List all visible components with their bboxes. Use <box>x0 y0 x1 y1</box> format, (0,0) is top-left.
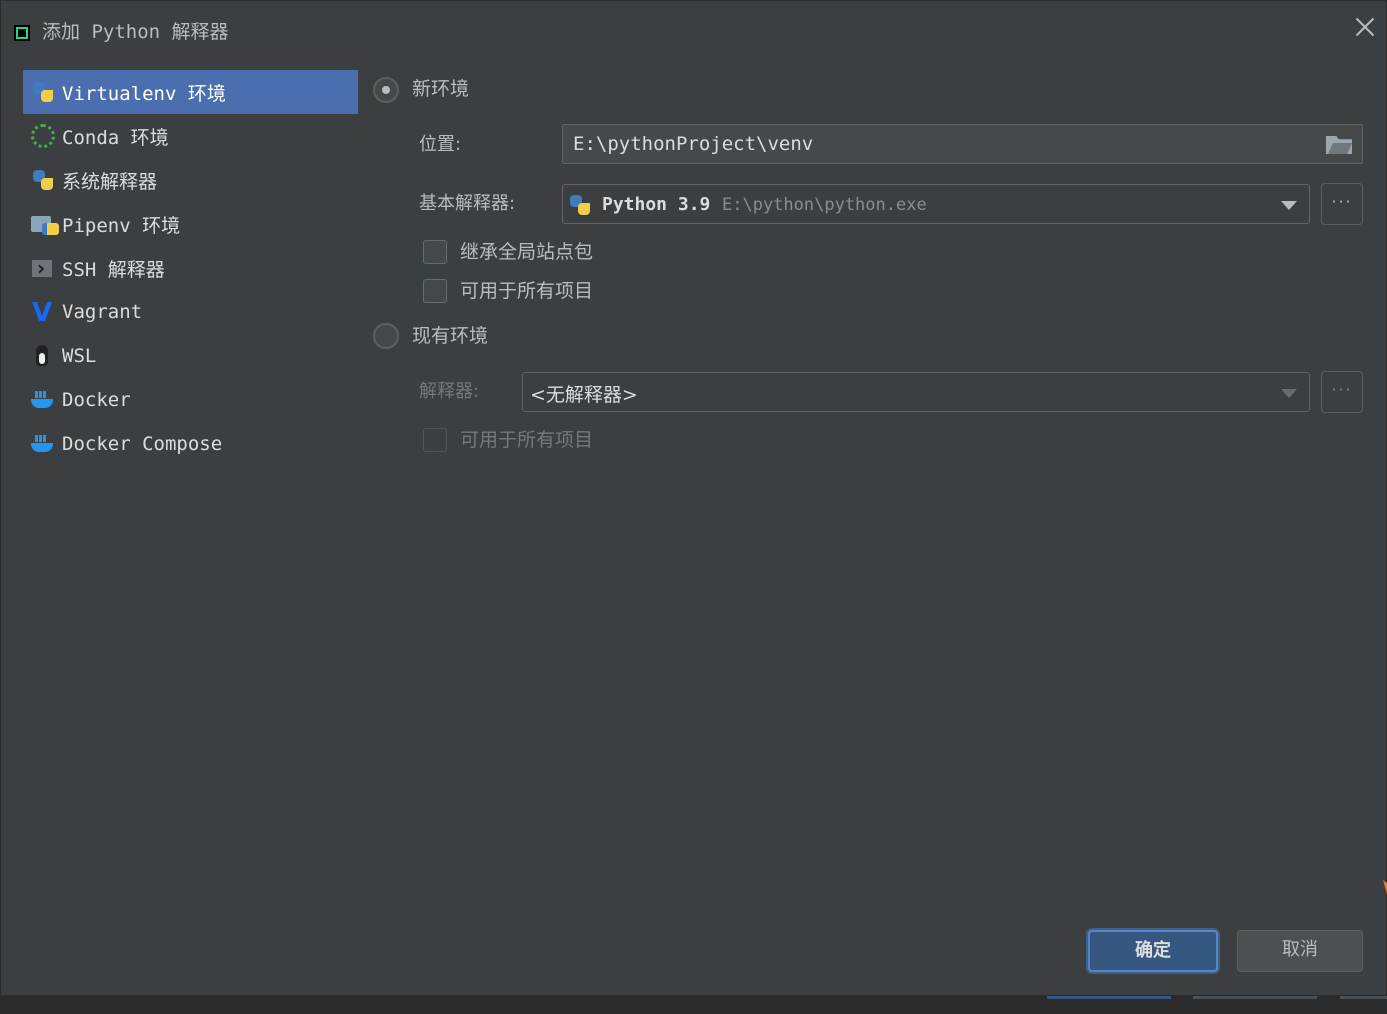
pipenv-icon <box>31 212 59 236</box>
new-env-available-all-label: 可用于所有项目 <box>460 280 594 302</box>
ellipsis-icon: ··· <box>1331 380 1353 399</box>
sidebar-item-label: SSH 解释器 <box>62 258 165 281</box>
ok-button[interactable]: 确定 <box>1088 930 1218 972</box>
cancel-button[interactable]: 取消 <box>1237 930 1363 972</box>
sidebar-item-label: 系统解释器 <box>62 170 158 193</box>
location-value: E:\pythonProject\venv <box>573 133 814 155</box>
python-icon <box>568 193 592 217</box>
title-bar: 添加 Python 解释器 <box>1 1 1386 57</box>
location-field[interactable]: E:\pythonProject\venv <box>562 124 1363 164</box>
sidebar-item-vagrant[interactable]: Vagrant <box>23 290 358 334</box>
existing-env-available-all-label: 可用于所有项目 <box>460 429 594 451</box>
background-window-strip <box>1193 996 1317 999</box>
docker-compose-icon <box>31 432 55 456</box>
dialog-title: 添加 Python 解释器 <box>42 21 229 43</box>
python-icon <box>31 168 55 192</box>
vagrant-icon <box>31 298 55 328</box>
background-window-strip <box>1047 996 1171 999</box>
existing-env-label: 现有环境 <box>412 325 489 347</box>
sidebar-item-conda[interactable]: Conda 环境 <box>23 114 358 158</box>
sidebar-item-system-interpreter[interactable]: 系统解释器 <box>23 158 358 202</box>
interpreter-type-list: v Virtualenv 环境 Conda 环境 系统解释器 Pipenv 环境… <box>23 70 358 466</box>
wsl-icon <box>31 344 55 368</box>
sidebar-item-pipenv[interactable]: Pipenv 环境 <box>23 202 358 246</box>
inherit-global-packages-checkbox[interactable] <box>423 240 447 264</box>
background-window-edge <box>1383 880 1387 898</box>
ssh-icon <box>31 256 55 280</box>
add-interpreter-dialog: 添加 Python 解释器 v Virtualenv 环境 Conda 环境 系… <box>0 0 1387 996</box>
sidebar-item-label: Conda 环境 <box>62 126 169 149</box>
conda-icon <box>31 124 55 148</box>
interpreter-value: <无解释器> <box>530 384 638 406</box>
interpreter-more-button[interactable]: ··· <box>1321 371 1363 413</box>
base-interpreter-path: E:\python\python.exe <box>722 195 927 215</box>
browse-folder-icon[interactable] <box>1326 136 1352 154</box>
existing-env-available-all-checkbox[interactable] <box>423 428 447 452</box>
base-interpreter-select[interactable]: Python 3.9 E:\python\python.exe <box>562 184 1310 224</box>
sidebar-item-label: Docker Compose <box>62 433 223 455</box>
base-interpreter-more-button[interactable]: ··· <box>1321 183 1363 225</box>
sidebar-item-label: Docker <box>62 389 131 411</box>
ellipsis-icon: ··· <box>1331 192 1353 211</box>
interpreter-label: 解释器: <box>419 381 480 402</box>
base-interpreter-name: Python 3.9 <box>602 194 711 215</box>
sidebar-item-wsl[interactable]: WSL <box>23 334 358 378</box>
sidebar-item-label: Vagrant <box>62 301 143 323</box>
new-env-available-all-checkbox[interactable] <box>423 279 447 303</box>
sidebar-item-label: WSL <box>62 345 97 367</box>
sidebar-item-virtualenv[interactable]: v Virtualenv 环境 <box>23 70 358 114</box>
pycharm-app-icon <box>14 25 30 41</box>
sidebar-item-label: Virtualenv 环境 <box>62 82 226 105</box>
chevron-down-icon <box>1281 201 1297 210</box>
location-label: 位置: <box>419 134 462 155</box>
interpreter-select[interactable]: <无解释器> <box>522 372 1310 412</box>
docker-icon <box>31 388 55 412</box>
chevron-down-icon <box>1281 389 1297 398</box>
sidebar-item-docker-compose[interactable]: Docker Compose <box>23 422 358 466</box>
sidebar-item-ssh[interactable]: SSH 解释器 <box>23 246 358 290</box>
virtualenv-icon: v <box>31 80 55 105</box>
new-env-radio[interactable] <box>373 77 399 103</box>
background-window-strip <box>1340 996 1387 999</box>
sidebar-item-docker[interactable]: Docker <box>23 378 358 422</box>
sidebar-item-label: Pipenv 环境 <box>62 214 181 237</box>
new-env-label: 新环境 <box>412 78 470 100</box>
base-interpreter-label: 基本解释器: <box>419 193 516 214</box>
close-icon[interactable] <box>1353 15 1377 39</box>
existing-env-radio[interactable] <box>373 323 399 349</box>
inherit-global-packages-label: 继承全局站点包 <box>460 241 594 263</box>
